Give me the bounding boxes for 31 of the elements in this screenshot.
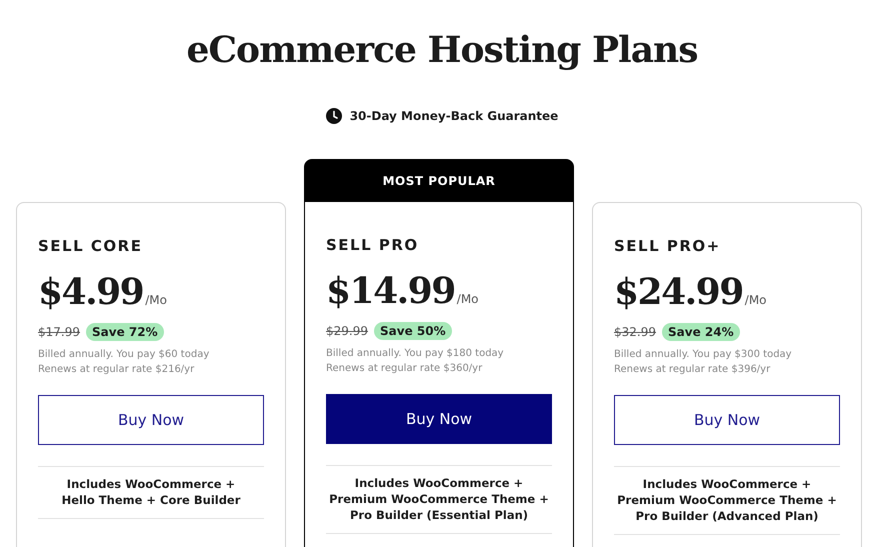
price-period: /Mo bbox=[145, 293, 167, 307]
page-title: eCommerce Hosting Plans bbox=[186, 28, 698, 73]
billing-note: Billed annually. You pay $180 today bbox=[326, 347, 505, 361]
guarantee-text: 30-Day Money-Back Guarantee bbox=[350, 109, 558, 123]
buy-now-button[interactable]: Buy Now bbox=[614, 395, 840, 445]
price-period: /Mo bbox=[744, 293, 767, 307]
most-popular-banner: MOST POPULAR bbox=[304, 159, 574, 202]
renewal-note: Renews at regular rate $216/yr bbox=[38, 363, 196, 377]
plan-name: SELL PRO bbox=[326, 236, 420, 254]
old-price: $17.99 bbox=[38, 325, 80, 339]
plan-name: SELL CORE bbox=[38, 237, 144, 255]
price-period: /Mo bbox=[456, 292, 479, 306]
discount-badge: Save 50% bbox=[374, 322, 452, 340]
buy-now-button[interactable]: Buy Now bbox=[38, 395, 264, 445]
discount-badge: Save 72% bbox=[86, 323, 164, 341]
plan-includes: Includes WooCommerce + Hello Theme + Core Builder bbox=[38, 466, 264, 519]
plan-includes: Includes WooCommerce + Premium WooCommerce Theme + Pro Builder (Advanced Plan) bbox=[614, 466, 840, 535]
old-price: $29.99 bbox=[326, 324, 368, 338]
renewal-note: Renews at regular rate $396/yr bbox=[614, 363, 772, 377]
old-price: $32.99 bbox=[614, 325, 656, 339]
plan-price: $4.99 bbox=[38, 270, 144, 315]
billing-note: Billed annually. You pay $300 today bbox=[614, 348, 793, 362]
plan-price: $14.99 bbox=[326, 269, 455, 314]
plan-includes: Includes WooCommerce + Premium WooCommerce Theme + Pro Builder (Essential Plan) bbox=[326, 465, 552, 534]
renewal-note: Renews at regular rate $360/yr bbox=[326, 362, 484, 376]
discount-badge: Save 24% bbox=[662, 323, 740, 341]
clock-icon bbox=[326, 108, 342, 124]
billing-note: Billed annually. You pay $60 today bbox=[38, 348, 210, 362]
plan-price: $24.99 bbox=[614, 270, 743, 315]
buy-now-button[interactable]: Buy Now bbox=[326, 394, 552, 444]
plan-name: SELL PRO+ bbox=[614, 237, 722, 255]
